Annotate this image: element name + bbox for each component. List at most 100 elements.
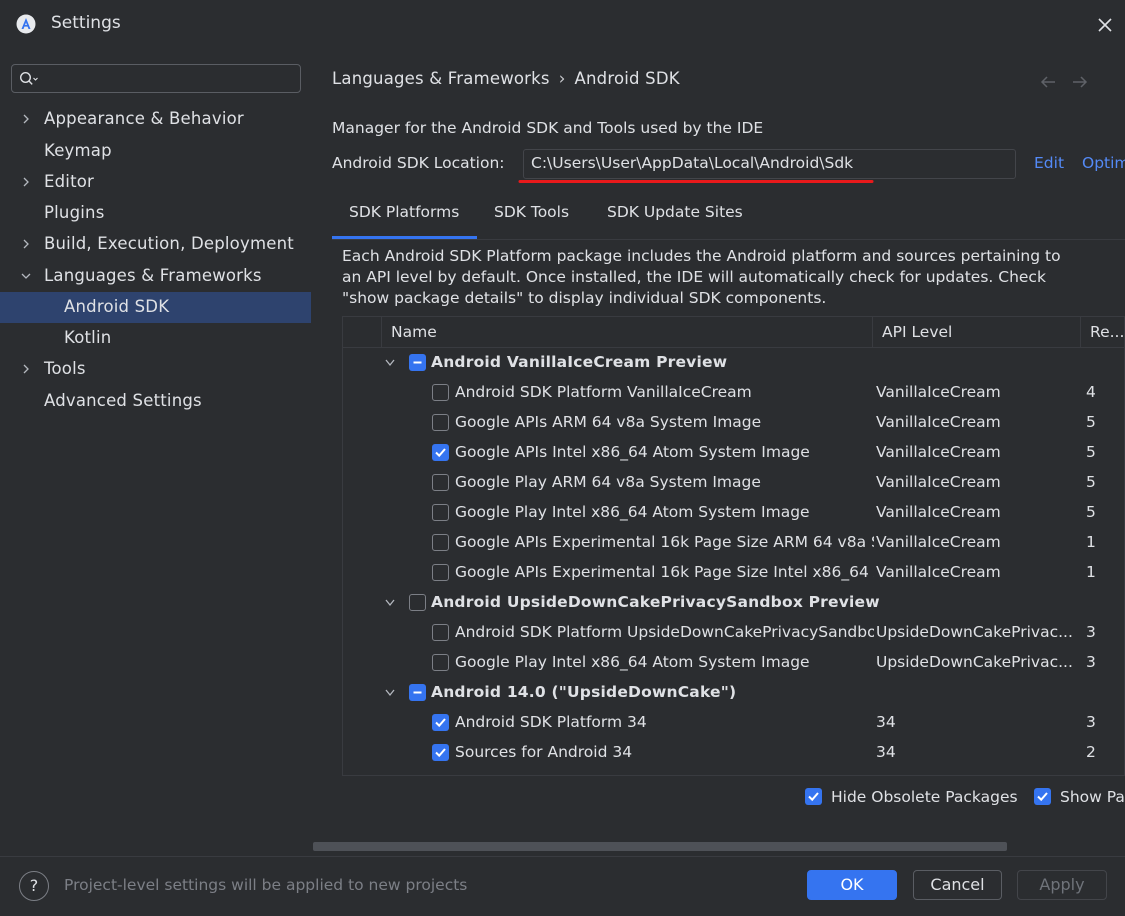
table-row[interactable]: Android SDK Platform VanillaIceCream Vani…: [343, 378, 1124, 408]
sidebar-item-label: Plugins: [44, 203, 105, 222]
package-api-level: VanillaIceCream: [876, 383, 1001, 401]
checkmark-icon: [1037, 792, 1048, 802]
sdk-location-field[interactable]: C:\Users\User\AppData\Local\Android\Sdk: [523, 149, 1016, 179]
package-checkbox[interactable]: [432, 744, 449, 761]
checkmark-icon: [808, 792, 819, 802]
sidebar-item-label: Keymap: [44, 141, 112, 160]
panel-description: Manager for the Android SDK and Tools us…: [332, 119, 764, 137]
optimize-link[interactable]: Optim: [1082, 154, 1125, 172]
table-row[interactable]: Android SDK Platform 34 34 3: [343, 708, 1124, 738]
column-header-api-level[interactable]: API Level: [882, 323, 952, 341]
table-header: Name API Level Re...: [343, 317, 1124, 348]
settings-sidebar: Appearance & Behavior Keymap Editor Plug…: [0, 50, 311, 856]
package-name: Android SDK Platform 34: [455, 713, 647, 731]
red-underline-annotation: [518, 180, 874, 183]
back-arrow-icon[interactable]: [1040, 76, 1055, 88]
chevron-down-icon[interactable]: [384, 358, 396, 368]
search-icon: [19, 71, 38, 85]
package-revision: 4: [1086, 383, 1096, 401]
package-api-level: UpsideDownCakePrivac...: [876, 653, 1073, 671]
checkmark-icon: [435, 718, 446, 728]
sidebar-item-tools[interactable]: Tools: [0, 354, 311, 385]
apply-button[interactable]: Apply: [1017, 870, 1107, 900]
android-studio-logo-icon: [16, 14, 36, 34]
forward-arrow-icon[interactable]: [1073, 76, 1088, 88]
chevron-down-icon: [21, 273, 31, 279]
sidebar-item-keymap[interactable]: Keymap: [0, 136, 311, 167]
package-checkbox[interactable]: [432, 414, 449, 431]
package-checkbox[interactable]: [409, 594, 426, 611]
settings-search-input[interactable]: [11, 64, 301, 93]
hide-obsolete-label: Hide Obsolete Packages: [831, 788, 1018, 806]
tab-sdk-update-sites[interactable]: SDK Update Sites: [607, 203, 743, 221]
package-api-level: VanillaIceCream: [876, 503, 1001, 521]
sidebar-item-label: Tools: [44, 359, 86, 378]
sdk-tabs: SDK Platforms SDK Tools SDK Update Sites: [332, 196, 1125, 240]
table-row[interactable]: Google Play Intel x86_64 Atom System Ima…: [343, 648, 1124, 678]
package-name: Android SDK Platform UpsideDownCakePriva…: [455, 623, 874, 641]
package-checkbox[interactable]: [432, 474, 449, 491]
sidebar-item-label: Android SDK: [64, 297, 170, 316]
horizontal-scrollbar[interactable]: [313, 842, 1007, 851]
sidebar-item-advanced-settings[interactable]: Advanced Settings: [0, 386, 311, 417]
package-name: Google Play Intel x86_64 Atom System Ima…: [455, 653, 810, 671]
chevron-down-icon[interactable]: [384, 598, 396, 608]
project-level-note: Project-level settings will be applied t…: [64, 876, 468, 894]
sidebar-item-languages-frameworks[interactable]: Languages & Frameworks: [0, 261, 311, 292]
package-checkbox[interactable]: [432, 654, 449, 671]
table-row[interactable]: Android SDK Platform UpsideDownCakePriva…: [343, 618, 1124, 648]
package-revision: 5: [1086, 473, 1096, 491]
package-checkbox[interactable]: [432, 444, 449, 461]
package-checkbox[interactable]: [432, 624, 449, 641]
package-api-level: 34: [876, 713, 896, 731]
active-tab-indicator: [332, 236, 477, 239]
package-checkbox[interactable]: [432, 534, 449, 551]
sidebar-item-label: Kotlin: [64, 328, 112, 347]
sidebar-item-appearance-behavior[interactable]: Appearance & Behavior: [0, 104, 311, 135]
close-icon[interactable]: [1092, 12, 1118, 38]
hide-obsolete-checkbox[interactable]: [805, 788, 822, 805]
table-row[interactable]: Sources for Android 34 34 2: [343, 738, 1124, 768]
package-name: Google Play ARM 64 v8a System Image: [455, 473, 761, 491]
sidebar-item-build-execution-deployment[interactable]: Build, Execution, Deployment: [0, 229, 311, 260]
table-row[interactable]: Google APIs ARM 64 v8a System Image Vanil…: [343, 408, 1124, 438]
package-name: Android 14.0 ("UpsideDownCake"): [431, 683, 737, 701]
package-checkbox[interactable]: [432, 564, 449, 581]
table-group-row[interactable]: Android VanillaIceCream Preview: [343, 348, 1124, 378]
breadcrumb-parent[interactable]: Languages & Frameworks: [332, 69, 550, 88]
column-header-name[interactable]: Name: [391, 323, 437, 341]
ok-button[interactable]: OK: [807, 870, 897, 900]
edit-location-link[interactable]: Edit: [1034, 154, 1064, 172]
package-name: Android UpsideDownCakePrivacySandbox Pre…: [431, 593, 880, 611]
title-bar: Settings: [0, 0, 1125, 50]
tab-sdk-tools[interactable]: SDK Tools: [494, 203, 569, 221]
package-checkbox[interactable]: [432, 504, 449, 521]
tab-sdk-platforms[interactable]: SDK Platforms: [349, 203, 459, 221]
package-checkbox[interactable]: [409, 684, 426, 701]
table-group-row[interactable]: Android 14.0 ("UpsideDownCake"): [343, 678, 1124, 708]
table-row[interactable]: Google APIs Experimental 16k Page Size A…: [343, 528, 1124, 558]
table-row[interactable]: Google Play ARM 64 v8a System Image Vanil…: [343, 468, 1124, 498]
package-checkbox[interactable]: [432, 384, 449, 401]
breadcrumb-separator: ›: [558, 69, 566, 88]
column-header-revision[interactable]: Re...: [1090, 323, 1124, 341]
package-name: Sources for Android 34: [455, 743, 633, 761]
show-package-details-checkbox[interactable]: [1034, 788, 1051, 805]
package-api-level: VanillaIceCream: [876, 533, 1001, 551]
chevron-down-icon[interactable]: [384, 688, 396, 698]
package-checkbox[interactable]: [432, 714, 449, 731]
table-row[interactable]: Google APIs Intel x86_64 Atom System Ima…: [343, 438, 1124, 468]
sidebar-item-editor[interactable]: Editor: [0, 167, 311, 198]
package-checkbox[interactable]: [409, 354, 426, 371]
cancel-button[interactable]: Cancel: [913, 870, 1002, 900]
help-button[interactable]: ?: [19, 871, 49, 901]
table-row[interactable]: Google Play Intel x86_64 Atom System Ima…: [343, 498, 1124, 528]
table-row[interactable]: Google APIs Experimental 16k Page Size I…: [343, 558, 1124, 588]
sidebar-item-plugins[interactable]: Plugins: [0, 198, 311, 229]
sidebar-item-label: Appearance & Behavior: [44, 109, 244, 128]
table-group-row[interactable]: Android UpsideDownCakePrivacySandbox Pre…: [343, 588, 1124, 618]
package-api-level: UpsideDownCakePrivac...: [876, 623, 1073, 641]
sidebar-item-android-sdk[interactable]: Android SDK: [0, 292, 311, 323]
sidebar-item-kotlin[interactable]: Kotlin: [0, 323, 311, 354]
column-header-divider: [1080, 317, 1081, 348]
